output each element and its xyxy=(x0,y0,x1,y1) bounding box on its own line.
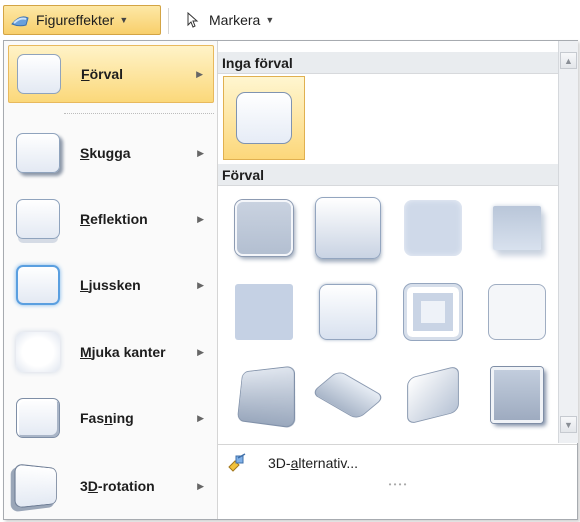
chevron-right-icon: ▶ xyxy=(197,346,204,357)
glow-icon xyxy=(16,265,60,305)
preset-tile-12[interactable] xyxy=(476,357,558,433)
preset-tile-10[interactable] xyxy=(307,357,389,433)
3d-rotation-icon xyxy=(14,463,57,509)
preset-tile-2[interactable] xyxy=(307,190,389,266)
menu-item-ljussken[interactable]: Ljussken ▶ xyxy=(8,256,214,314)
chevron-right-icon: ▶ xyxy=(197,213,204,224)
preset-tile-5[interactable] xyxy=(223,274,305,350)
preset-none-shape xyxy=(236,92,292,144)
figureffekter-button[interactable]: Figureffekter ▼ xyxy=(3,5,161,35)
menu-item-skugga[interactable]: Skugga ▶ xyxy=(8,124,214,182)
3d-options-item[interactable]: 3D-alternativ... xyxy=(218,444,577,481)
preset-gallery: Inga förval Förval xyxy=(218,41,558,443)
chevron-down-icon: ▼ xyxy=(265,15,275,25)
section-header-presets: Förval xyxy=(218,164,558,186)
toolbar-divider xyxy=(168,8,169,34)
preset-tile-7[interactable] xyxy=(392,274,474,350)
preset-tile-1[interactable] xyxy=(223,190,305,266)
preset-shape xyxy=(491,367,543,423)
scroll-down-icon[interactable]: ▼ xyxy=(560,416,577,433)
menu-item-label: Mjuka kanter xyxy=(80,344,166,360)
menu-item-mjuka-kanter[interactable]: Mjuka kanter ▶ xyxy=(8,323,214,381)
preset-shape xyxy=(404,200,462,256)
markera-label: Markera xyxy=(209,12,261,28)
menu-item-fasning[interactable]: Fasning ▶ xyxy=(8,389,214,447)
shadow-icon xyxy=(16,133,60,173)
shape-effects-icon xyxy=(10,12,30,28)
menu-item-forval[interactable]: Förval ▶ xyxy=(8,45,214,103)
menu-item-label: Fasning xyxy=(80,410,134,426)
preset-shape xyxy=(310,369,386,421)
bevel-icon xyxy=(16,398,60,438)
pointer-icon xyxy=(183,11,203,28)
preset-none-tile[interactable] xyxy=(223,76,305,160)
preset-tile-6[interactable] xyxy=(307,274,389,350)
preset-shape xyxy=(493,206,541,250)
menu-item-label: Reflektion xyxy=(80,211,148,227)
preset-shape xyxy=(235,200,293,256)
preset-tile-3[interactable] xyxy=(392,190,474,266)
resize-grip[interactable]: • • • • xyxy=(218,481,577,489)
markera-button[interactable]: Markera ▼ xyxy=(177,5,317,35)
preset-shape xyxy=(407,365,459,425)
scroll-up-icon[interactable]: ▲ xyxy=(560,52,577,69)
preset-tile-4[interactable] xyxy=(476,190,558,266)
chevron-right-icon: ▶ xyxy=(197,279,204,290)
chevron-right-icon: ▶ xyxy=(196,68,203,79)
preset-shape xyxy=(319,284,377,340)
3d-options-icon xyxy=(226,453,248,473)
shape-effects-menu: Förval ▶ Skugga ▶ Reflektion ▶ Ljussken … xyxy=(3,40,578,520)
section-header-none: Inga förval xyxy=(218,52,558,74)
preset-tile-8[interactable] xyxy=(476,274,558,350)
menu-item-label: 3D-rotation xyxy=(80,478,155,494)
menu-item-3d-rotation[interactable]: 3D-rotation ▶ xyxy=(8,457,214,515)
preset-shape xyxy=(315,197,381,259)
preset-shape xyxy=(236,365,296,429)
preset-tile-11[interactable] xyxy=(392,357,474,433)
soft-edges-icon xyxy=(16,332,60,372)
3d-options-label: 3D-alternativ... xyxy=(268,455,359,471)
preset-icon xyxy=(17,54,61,94)
menu-item-label: Förval xyxy=(81,66,124,82)
preset-shape xyxy=(235,284,293,340)
menu-item-label: Skugga xyxy=(80,145,131,161)
menu-item-label: Ljussken xyxy=(80,277,141,293)
menu-item-reflektion[interactable]: Reflektion ▶ xyxy=(8,190,214,248)
preset-tile-9[interactable] xyxy=(223,357,305,433)
ribbon-strip: Figureffekter ▼ Markera ▼ xyxy=(0,0,580,44)
menu-separator xyxy=(64,113,214,114)
effects-category-list: Förval ▶ Skugga ▶ Reflektion ▶ Ljussken … xyxy=(4,41,218,519)
chevron-right-icon: ▶ xyxy=(197,480,204,491)
preset-shape xyxy=(404,284,462,340)
chevron-down-icon: ▼ xyxy=(119,15,129,25)
figureffekter-label: Figureffekter xyxy=(36,12,115,28)
chevron-right-icon: ▶ xyxy=(197,147,204,158)
gallery-scrollbar[interactable]: ▲ ▼ xyxy=(558,41,578,443)
chevron-right-icon: ▶ xyxy=(197,412,204,423)
reflection-icon xyxy=(16,199,60,239)
preset-shape xyxy=(488,284,546,340)
